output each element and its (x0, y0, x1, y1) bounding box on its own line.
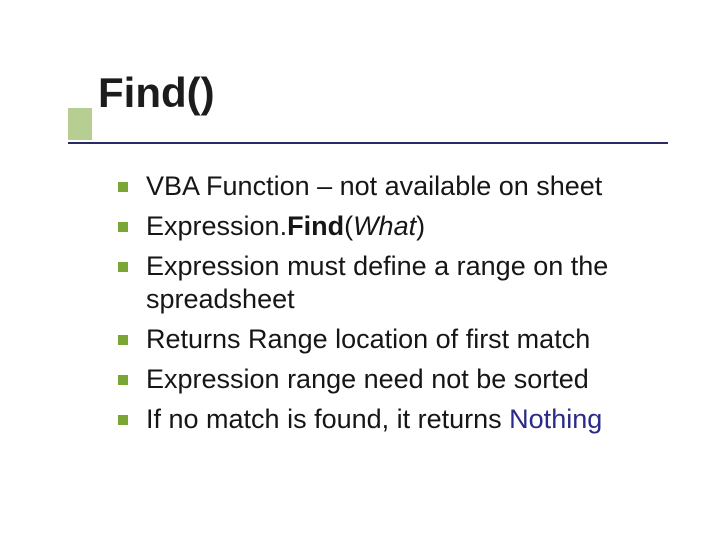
bullet-item: Expression must define a range on the sp… (118, 250, 668, 318)
bullet-square-icon (118, 222, 128, 232)
bullet-text-segment: Expression range need not be sorted (146, 364, 589, 394)
bullet-text-segment: Find (287, 211, 344, 241)
bullet-item: Returns Range location of first match (118, 323, 668, 357)
bullet-text-segment: ) (416, 211, 425, 241)
bullet-text-segment: Expression. (146, 211, 287, 241)
bullet-text-segment: What (353, 211, 416, 241)
title-container: Find() (68, 70, 678, 122)
slide: Find() VBA Function – not available on s… (0, 0, 720, 540)
bullet-text-segment: ( (344, 211, 353, 241)
bullet-item: Expression.Find(What) (118, 210, 668, 244)
slide-title: Find() (68, 70, 678, 116)
bullet-item: If no match is found, it returns Nothing (118, 403, 668, 437)
bullet-list: VBA Function – not available on sheet Exp… (118, 170, 668, 436)
bullet-item: VBA Function – not available on sheet (118, 170, 668, 204)
bullet-text-segment: VBA Function – not available on sheet (146, 171, 602, 201)
bullet-text-segment: Expression must define a range on the sp… (146, 251, 608, 315)
bullet-text-segment: Returns Range location of first match (146, 324, 590, 354)
bullet-item: Expression range need not be sorted (118, 363, 668, 397)
bullet-square-icon (118, 415, 128, 425)
title-underline (68, 142, 668, 144)
bullet-square-icon (118, 262, 128, 272)
bullet-square-icon (118, 335, 128, 345)
bullet-square-icon (118, 182, 128, 192)
bullet-text-segment: If no match is found, it returns (146, 404, 509, 434)
bullet-text-segment: Nothing (509, 404, 602, 434)
slide-body: VBA Function – not available on sheet Exp… (118, 170, 668, 442)
bullet-square-icon (118, 375, 128, 385)
